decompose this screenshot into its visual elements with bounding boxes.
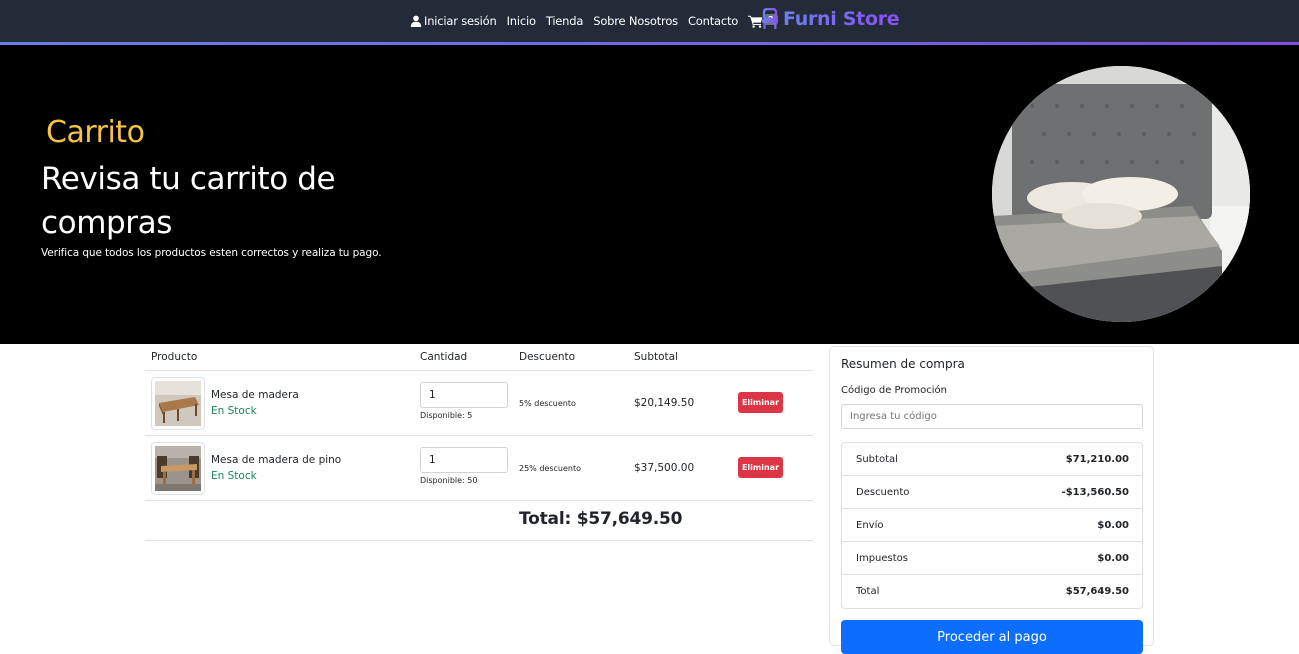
brand-logo[interactable]: Furni Store [761, 8, 900, 30]
login-link[interactable]: Iniciar sesión [410, 14, 497, 28]
promo-code-label: Código de Promoción [841, 385, 948, 396]
summary-row-envio: Envío $0.00 [842, 509, 1142, 542]
summary-value: $57,649.50 [1065, 586, 1129, 597]
product-thumbnail[interactable] [151, 377, 205, 430]
cart-total-row: Total: $57,649.50 [145, 501, 813, 541]
summary-value: -$13,560.50 [1061, 487, 1129, 498]
summary-label: Descuento [856, 487, 910, 498]
hero-kicker: Carrito [46, 115, 145, 150]
cart-total: Total: $57,649.50 [519, 509, 683, 529]
hero-title: Revisa tu carrito de compras [41, 161, 336, 241]
cart-item-row: Mesa de madera En Stock Disponible: 5 5%… [145, 371, 813, 436]
wooden-table-icon [155, 381, 201, 426]
nav-link-tienda[interactable]: Tienda [546, 14, 584, 28]
header-subtotal: Subtotal [634, 351, 678, 363]
summary-row-descuento: Descuento -$13,560.50 [842, 476, 1142, 509]
header-descuento: Descuento [519, 351, 576, 363]
item-subtotal: $20,149.50 [634, 397, 695, 409]
nav-link-inicio[interactable]: Inicio [507, 14, 536, 28]
available-quantity: Disponible: 5 [420, 411, 473, 420]
available-quantity: Disponible: 50 [420, 476, 478, 485]
summary-list: Subtotal $71,210.00 Descuento -$13,560.5… [841, 442, 1143, 609]
hero-subtitle: Verifica que todos los productos esten c… [41, 247, 382, 259]
cart-table-header: Producto Cantidad Descuento Subtotal [145, 345, 813, 371]
order-summary-card: Resumen de compra Código de Promoción Su… [829, 346, 1154, 654]
summary-row-impuestos: Impuestos $0.00 [842, 542, 1142, 575]
summary-label: Envío [856, 520, 884, 531]
promo-code-input[interactable] [841, 404, 1143, 429]
header-producto: Producto [151, 351, 198, 363]
summary-value: $71,210.00 [1065, 454, 1129, 465]
cart-table: Producto Cantidad Descuento Subtotal Mes… [145, 345, 813, 541]
hero-bed-image [992, 66, 1250, 322]
remove-button[interactable]: Eliminar [738, 457, 783, 478]
remove-button[interactable]: Eliminar [738, 392, 783, 413]
nav-links: Iniciar sesión Inicio Tienda Sobre Nosot… [410, 0, 778, 42]
header-cantidad: Cantidad [420, 351, 468, 363]
summary-label: Impuestos [856, 553, 908, 564]
discount-label: 25% descuento [519, 464, 581, 473]
product-name: Mesa de madera [211, 389, 299, 401]
nav-link-sobre-nosotros[interactable]: Sobre Nosotros [593, 14, 678, 28]
login-label: Iniciar sesión [424, 14, 497, 28]
pine-table-icon [155, 446, 201, 491]
cart-item-row: Mesa de madera de pino En Stock Disponib… [145, 436, 813, 501]
item-subtotal: $37,500.00 [634, 462, 695, 474]
stock-status: En Stock [211, 470, 257, 482]
quantity-input[interactable] [420, 382, 508, 408]
summary-value: $0.00 [1097, 520, 1129, 531]
summary-label: Total [856, 586, 880, 597]
nav-link-contacto[interactable]: Contacto [688, 14, 738, 28]
hero-section: Carrito Revisa tu carrito de compras Ver… [0, 45, 1299, 344]
summary-row-total: Total $57,649.50 [842, 575, 1142, 608]
chair-icon [762, 8, 778, 29]
summary-row-subtotal: Subtotal $71,210.00 [842, 443, 1142, 476]
summary-title: Resumen de compra [841, 357, 965, 371]
brand-name: Furni Store [783, 8, 900, 30]
summary-label: Subtotal [856, 454, 898, 465]
summary-value: $0.00 [1097, 553, 1129, 564]
discount-label: 5% descuento [519, 399, 576, 408]
bed-photo-icon [992, 66, 1250, 322]
user-icon [410, 15, 422, 27]
product-thumbnail[interactable] [151, 442, 205, 495]
stock-status: En Stock [211, 405, 257, 417]
checkout-button[interactable]: Proceder al pago [841, 620, 1143, 654]
product-name: Mesa de madera de pino [211, 454, 342, 466]
quantity-input[interactable] [420, 447, 508, 473]
top-navbar: Iniciar sesión Inicio Tienda Sobre Nosot… [0, 0, 1299, 42]
